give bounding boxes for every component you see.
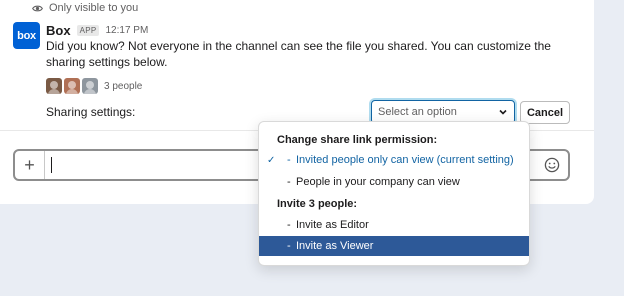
visibility-text: Only visible to you: [49, 2, 139, 14]
message-header: Box APP 12:17 PM: [46, 22, 148, 38]
app-stage: Only visible to you box Box APP 12:17 PM…: [0, 0, 624, 296]
option-company-can-view[interactable]: - People in your company can view: [259, 172, 529, 192]
app-badge: APP: [76, 24, 100, 36]
option-label: Invited people only can view (current se…: [296, 154, 514, 166]
sharing-dropdown-menu: Change share link permission: ✓ - Invite…: [258, 121, 530, 266]
visibility-note: Only visible to you: [32, 1, 138, 15]
sharing-settings-label: Sharing settings:: [46, 105, 136, 119]
option-label: Invite as Editor: [296, 219, 369, 231]
emoji-icon[interactable]: [544, 157, 560, 173]
avatar-text: box: [17, 29, 36, 42]
option-invite-viewer[interactable]: - Invite as Viewer: [259, 236, 529, 256]
people-list[interactable]: 3 people: [46, 77, 142, 95]
option-dash: -: [287, 176, 291, 188]
text-caret: [51, 157, 52, 173]
option-dash: -: [287, 154, 291, 166]
option-dash: -: [287, 219, 291, 231]
check-icon: ✓: [267, 154, 276, 166]
avatar[interactable]: box: [13, 22, 40, 49]
timestamp[interactable]: 12:17 PM: [105, 25, 148, 36]
person-avatar: [64, 78, 80, 94]
message-body: Did you know? Not everyone in the channe…: [46, 39, 551, 69]
option-label: Invite as Viewer: [296, 240, 374, 252]
add-attachment-button[interactable]: +: [15, 151, 45, 179]
option-label: People in your company can view: [296, 176, 460, 188]
eye-icon: [32, 5, 43, 11]
sender-name[interactable]: Box: [46, 23, 71, 38]
person-avatar: [82, 78, 98, 94]
group-header-permission: Change share link permission:: [277, 134, 438, 146]
option-invited-only[interactable]: ✓ - Invited people only can view (curren…: [259, 150, 529, 170]
option-invite-editor[interactable]: - Invite as Editor: [259, 215, 529, 235]
group-header-invite: Invite 3 people:: [277, 198, 358, 210]
people-count: 3 people: [104, 80, 143, 92]
chevron-down-icon: [499, 109, 507, 115]
cancel-button[interactable]: Cancel: [520, 101, 570, 124]
select-placeholder: Select an option: [378, 106, 457, 118]
option-dash: -: [287, 240, 291, 252]
person-avatar: [46, 78, 62, 94]
